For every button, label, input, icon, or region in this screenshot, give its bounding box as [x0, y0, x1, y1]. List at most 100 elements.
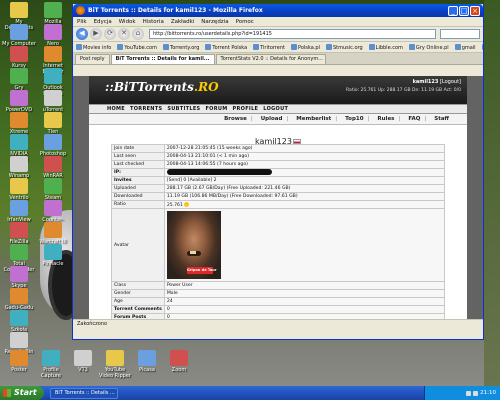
- sub-nav-link[interactable]: Staff: [434, 116, 449, 122]
- desktop-icon[interactable]: Poster: [2, 350, 36, 373]
- desktop-icon[interactable]: Warcraft III: [36, 222, 70, 245]
- stop-icon[interactable]: ✕: [118, 28, 130, 40]
- logout-link[interactable]: [Logout]: [440, 79, 461, 85]
- desktop-icon[interactable]: uTorrent: [36, 90, 70, 113]
- desktop-icon[interactable]: Picasa: [130, 350, 164, 373]
- bookmark-item[interactable]: Wrzuta.pl: [481, 43, 483, 51]
- desktop-icon[interactable]: Nero: [36, 24, 70, 47]
- desktop-app-icon: [10, 332, 28, 348]
- desktop-app-icon: [10, 288, 28, 304]
- reload-icon[interactable]: ⟳: [104, 28, 116, 40]
- sub-nav-link[interactable]: Top10: [345, 116, 363, 122]
- menu-historia[interactable]: Historia: [143, 19, 164, 25]
- forward-icon[interactable]: ▶: [90, 28, 102, 40]
- desktop-icon[interactable]: Kursy: [2, 46, 36, 69]
- home-icon[interactable]: ⌂: [132, 28, 144, 40]
- desktop-icon[interactable]: Pinnacle: [36, 244, 70, 267]
- desktop-icon[interactable]: Gry: [2, 68, 36, 91]
- desktop-icon[interactable]: Tlen: [36, 112, 70, 135]
- bookmark-item[interactable]: Torrent Polska: [205, 43, 247, 51]
- wallpaper-edge: [484, 0, 500, 386]
- sub-nav-link[interactable]: Rules: [377, 116, 394, 122]
- desktop-icon[interactable]: WinRAR: [36, 156, 70, 179]
- desktop-app-icon: [44, 112, 62, 128]
- sub-nav-link[interactable]: Upload: [261, 116, 283, 122]
- close-button[interactable]: ×: [470, 5, 480, 16]
- menu-narzedzia[interactable]: Narzędzia: [201, 19, 228, 25]
- browser-tab[interactable]: TorrentStats V2.0 :: Details for Anonym.…: [215, 54, 326, 64]
- tray-volume-icon[interactable]: [473, 390, 479, 396]
- bookmark-item[interactable]: Stmusic.org: [325, 43, 363, 51]
- desktop-icon[interactable]: FileZilla: [2, 222, 36, 245]
- desktop-icon[interactable]: Gadu-Gadu: [2, 288, 36, 311]
- desktop-icon-label: Pinnacle: [42, 261, 64, 267]
- bookmark-item[interactable]: Libble.com: [368, 43, 403, 51]
- desktop-icon[interactable]: Photoshop: [36, 134, 70, 157]
- start-button[interactable]: Start: [0, 386, 44, 400]
- taskbar-button-firefox[interactable]: BiT Torrents :: Details ...: [50, 387, 118, 399]
- url-input[interactable]: http://bittorrents.ro/userdetails.php?id…: [149, 29, 436, 39]
- sub-nav-link[interactable]: Browse: [224, 116, 247, 122]
- bookmark-item[interactable]: Torrenty.org: [162, 43, 199, 51]
- row-label: Class: [111, 281, 165, 290]
- bookmark-icon: [76, 43, 82, 50]
- main-nav-link[interactable]: SUBTITLES: [167, 106, 200, 112]
- username-link[interactable]: kamil123: [413, 79, 439, 85]
- main-nav-link[interactable]: TORRENTS: [130, 106, 162, 112]
- desktop-icon[interactable]: Ventrilo: [2, 178, 36, 201]
- menu-zakladki[interactable]: Zakładki: [171, 19, 194, 25]
- menu-pomoc[interactable]: Pomoc: [236, 19, 254, 25]
- desktop-app-icon: [10, 156, 28, 172]
- taskbar: Start BiT Torrents :: Details ... 21:10: [0, 386, 500, 400]
- row-value: 2008-04-13 14:06:55 (7 hours ago): [163, 160, 446, 169]
- main-nav-link[interactable]: LOGOUT: [263, 106, 288, 112]
- desktop-icon[interactable]: Xtreme: [2, 112, 36, 135]
- desktop-icon[interactable]: IrfanView: [2, 200, 36, 223]
- desktop-app-icon: [44, 222, 62, 238]
- browser-tab[interactable]: Post reply: [75, 54, 110, 64]
- desktop-icon[interactable]: Steam: [36, 178, 70, 201]
- desktop-app-icon: [44, 2, 62, 18]
- desktop-app-icon: [74, 350, 92, 366]
- bookmark-item[interactable]: Movies info: [76, 43, 111, 51]
- desktop-icon[interactable]: Zoom: [162, 350, 196, 373]
- browser-tab[interactable]: BiT Torrents :: Details for kamil...: [110, 54, 215, 64]
- desktop-icon[interactable]: Skype: [2, 266, 36, 289]
- back-icon[interactable]: ◀: [76, 28, 88, 40]
- desktop-icon[interactable]: Winamp: [2, 156, 36, 179]
- smiley-icon: [184, 201, 190, 207]
- minimize-button[interactable]: _: [448, 5, 458, 16]
- main-nav-link[interactable]: FORUM: [205, 106, 227, 112]
- row-label: Gender: [111, 289, 165, 298]
- menu-plik[interactable]: Plik: [77, 19, 87, 25]
- desktop-icon-label: VT3: [78, 367, 88, 373]
- bookmark-item[interactable]: Tiritorrent: [253, 43, 285, 51]
- bookmark-item[interactable]: Gry Online.pl: [408, 43, 449, 51]
- row-value: 2008-04-13 21:10:01 (< 1 min ago): [163, 152, 446, 161]
- desktop-icon[interactable]: VT3: [66, 350, 100, 373]
- row-value: [163, 168, 446, 177]
- bookmark-item[interactable]: YouTube.com: [117, 43, 157, 51]
- main-nav-link[interactable]: HOME: [107, 106, 125, 112]
- sub-nav-link[interactable]: Memberlist: [296, 116, 331, 122]
- row-label: Torrent Comments: [111, 305, 165, 314]
- search-input[interactable]: [440, 29, 480, 39]
- desktop-icon[interactable]: PowerDVD: [2, 90, 36, 113]
- menu-widok[interactable]: Widok: [119, 19, 136, 25]
- site-logo[interactable]: ::BiTTorrents.RO: [105, 80, 219, 94]
- title-bar[interactable]: BiT Torrents :: Details for kamil123 - M…: [73, 4, 483, 17]
- desktop-icon[interactable]: Szkoła: [2, 310, 36, 333]
- menu-edycja[interactable]: Edycja: [94, 19, 112, 25]
- sub-nav-link[interactable]: FAQ: [408, 116, 420, 122]
- bookmark-icon: [162, 43, 169, 50]
- desktop-icon[interactable]: My Computer: [2, 24, 36, 47]
- row-label: Last checked: [111, 160, 165, 169]
- desktop-icon-label: Poster: [11, 367, 27, 373]
- bookmark-item[interactable]: Polska.pl: [291, 43, 320, 51]
- bookmark-item[interactable]: gmail: [454, 43, 476, 51]
- desktop-icon[interactable]: Profile Capture: [34, 350, 68, 379]
- desktop-icon[interactable]: YouTube Video Ripper: [98, 350, 132, 379]
- main-nav-link[interactable]: PROFILE: [233, 106, 259, 112]
- tray-network-icon[interactable]: [466, 390, 472, 396]
- maximize-button[interactable]: □: [459, 5, 469, 16]
